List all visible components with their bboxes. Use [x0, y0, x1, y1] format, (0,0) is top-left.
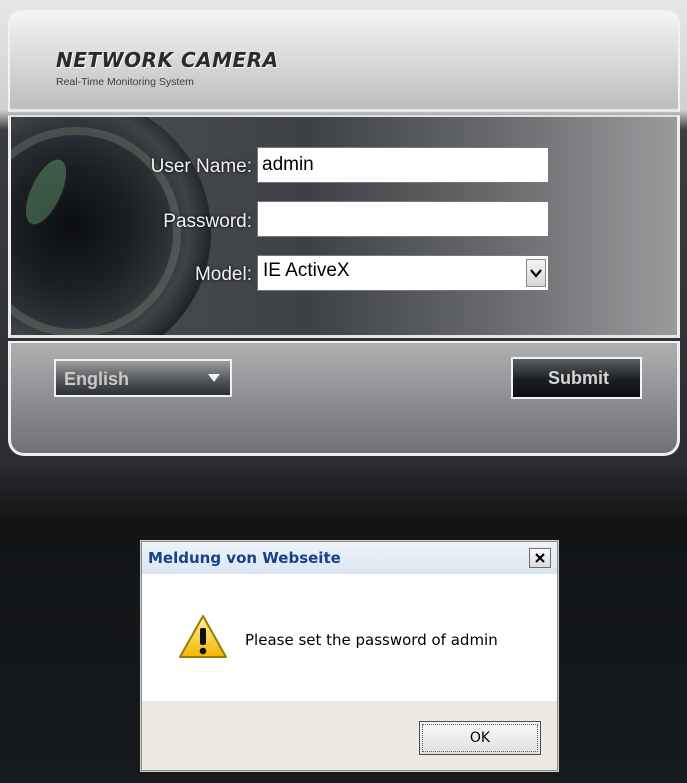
password-label: Password: — [163, 211, 252, 232]
dialog-footer: OK — [142, 701, 557, 770]
model-select-value: IE ActiveX — [263, 260, 350, 281]
triangle-down-icon — [208, 370, 220, 386]
dialog-body: Please set the password of admin — [142, 574, 557, 701]
submit-button[interactable]: Submit — [511, 357, 642, 399]
chevron-down-icon[interactable] — [526, 259, 546, 287]
alert-dialog: Meldung von Webseite Please set the pass… — [141, 541, 558, 771]
password-input[interactable] — [257, 201, 549, 237]
bottom-bar: English Submit — [8, 341, 680, 456]
ok-button[interactable]: OK — [419, 721, 541, 755]
language-select[interactable]: English — [54, 359, 232, 397]
app-header: NETWORK CAMERA Real-Time Monitoring Syst… — [8, 10, 680, 112]
dialog-title: Meldung von Webseite — [148, 549, 341, 567]
language-select-value: English — [64, 369, 130, 389]
warning-icon — [179, 615, 227, 658]
brand-subtitle: Real-Time Monitoring System — [56, 76, 194, 88]
model-label: Model: — [194, 264, 252, 285]
username-input[interactable] — [257, 147, 549, 183]
dialog-titlebar: Meldung von Webseite — [142, 542, 557, 574]
login-panel: User Name: Password: Model: IE ActiveX — [8, 115, 680, 338]
model-select[interactable]: IE ActiveX — [257, 255, 549, 291]
username-label: User Name: — [150, 156, 252, 177]
brand-title: NETWORK CAMERA — [56, 48, 279, 72]
dialog-message: Please set the password of admin — [245, 631, 498, 649]
close-icon[interactable] — [529, 548, 551, 568]
